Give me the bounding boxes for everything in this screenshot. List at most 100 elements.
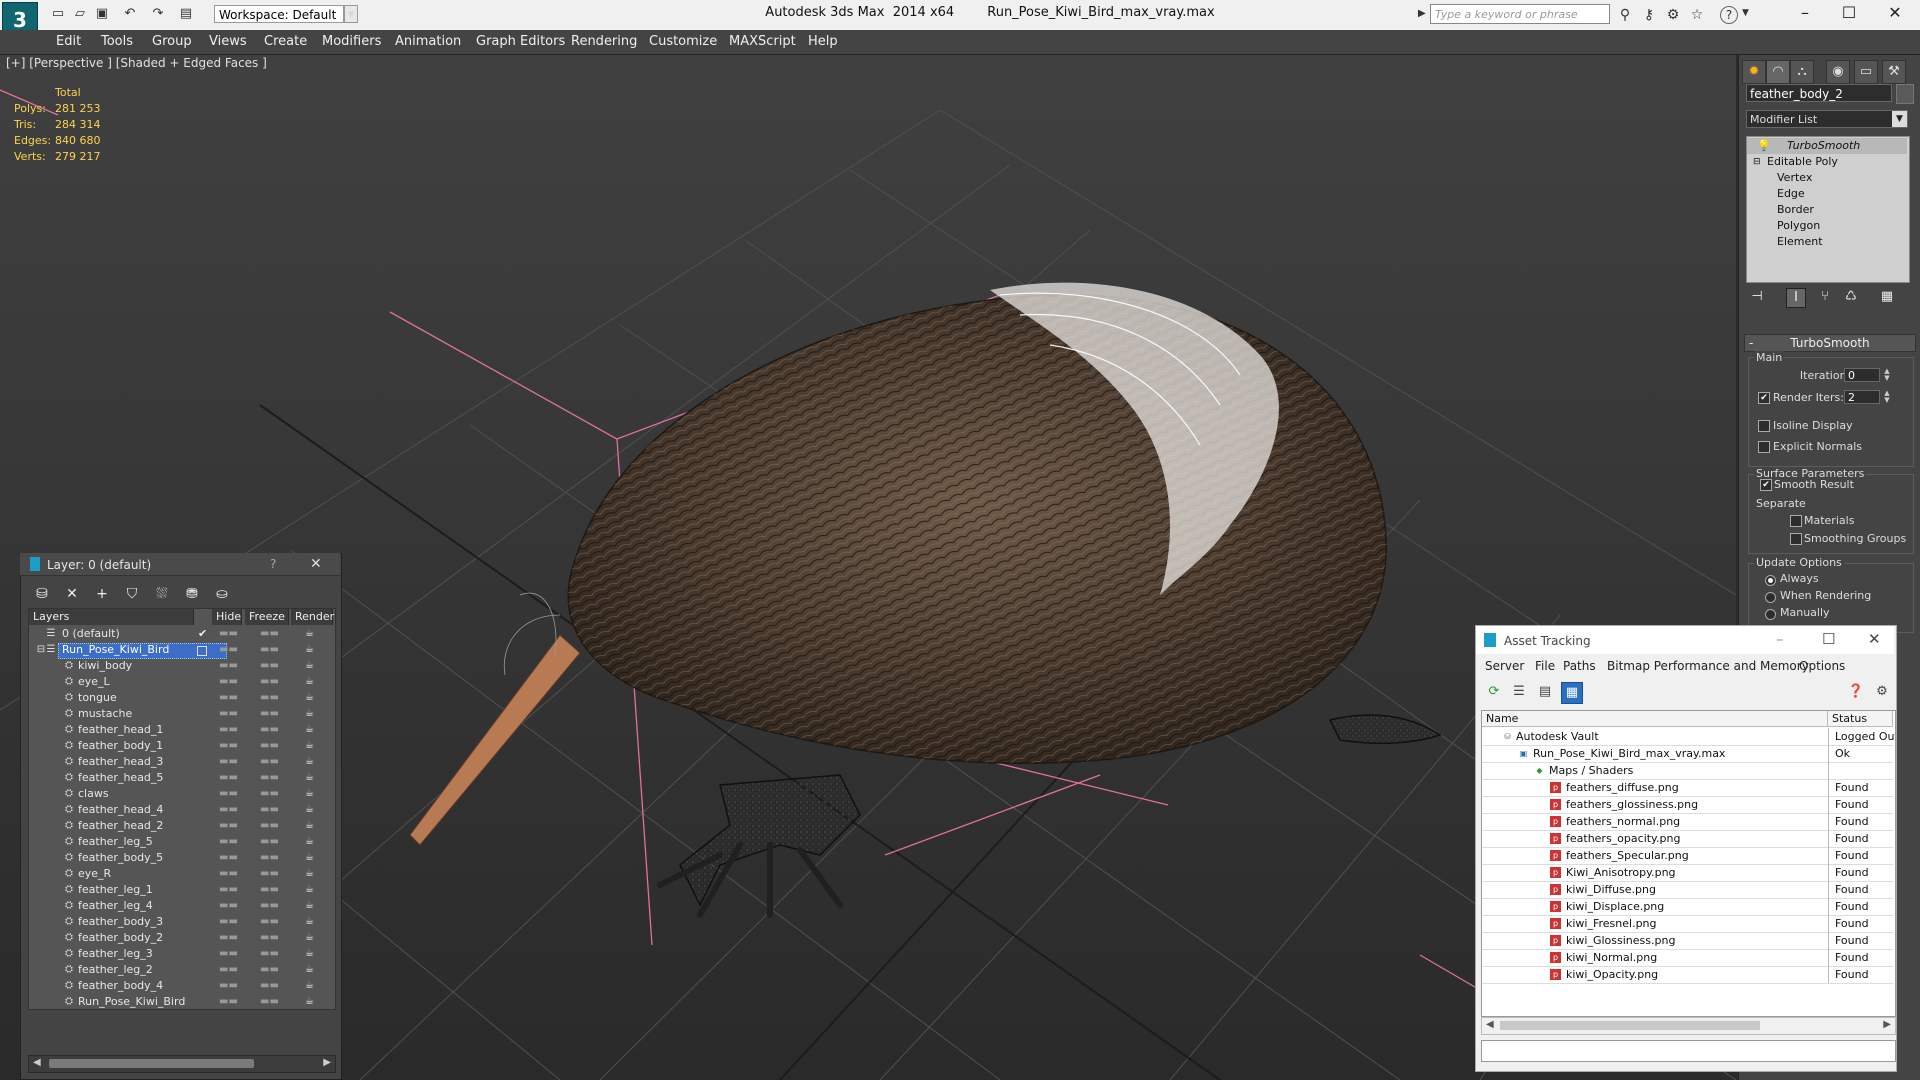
layer-row[interactable]: ⛭ feather_head_3 ▬▬ ▬▬ ☕	[29, 754, 333, 770]
name-column-header[interactable]: Name	[1482, 711, 1828, 727]
layer-horizontal-scrollbar[interactable]: ◀ ▶	[28, 1055, 336, 1073]
hide-toggle[interactable]: ▬▬	[219, 866, 238, 882]
render-toggle-icon[interactable]: ☕	[305, 850, 314, 866]
hide-toggle[interactable]: ▬▬	[219, 882, 238, 898]
asset-row[interactable]: p kiwi_Normal.png Found	[1482, 949, 1893, 967]
stack-subobject-vertex[interactable]: Vertex	[1747, 170, 1907, 186]
render-toggle-icon[interactable]: ☕	[305, 994, 314, 1010]
asset-row[interactable]: p feathers_Specular.png Found	[1482, 847, 1893, 865]
layer-row[interactable]: ⛭ tongue ▬▬ ▬▬ ☕	[29, 690, 333, 706]
scroll-left-icon[interactable]: ◀	[1486, 1019, 1494, 1030]
hide-toggle[interactable]: ▬▬	[219, 754, 238, 770]
spinner-arrows-icon[interactable]: ▲ ▼	[1882, 368, 1892, 382]
hide-toggle[interactable]: ▬▬	[219, 994, 238, 1010]
render-iters-checkbox[interactable]: ✔	[1758, 392, 1770, 404]
layer-name[interactable]: feather_head_4	[78, 802, 163, 818]
display-tab-icon[interactable]: ▭	[1854, 60, 1878, 84]
minimize-button[interactable]: –	[1782, 0, 1828, 28]
hide-toggle[interactable]: ▬▬	[219, 898, 238, 914]
layer-row[interactable]: ⛭ Run_Pose_Kiwi_Bird ▬▬ ▬▬ ☕	[29, 994, 333, 1010]
freeze-toggle[interactable]: ▬▬	[260, 802, 279, 818]
asset-menu-paths[interactable]: Paths	[1563, 659, 1596, 673]
maximize-button[interactable]: ☐	[1826, 0, 1872, 28]
hide-toggle[interactable]: ▬▬	[219, 802, 238, 818]
stack-subobject-element[interactable]: Element	[1747, 234, 1907, 250]
render-toggle-icon[interactable]: ☕	[305, 626, 314, 642]
modifier-list-select[interactable]: Modifier List	[1746, 110, 1908, 128]
hide-toggle[interactable]: ▬▬	[219, 658, 238, 674]
active-layer-box-icon[interactable]	[197, 646, 207, 656]
render-toggle-icon[interactable]: ☕	[305, 738, 314, 754]
smooth-result-checkbox[interactable]: ✔	[1760, 479, 1772, 491]
menu-animation[interactable]: Animation	[395, 34, 461, 49]
asset-row[interactable]: p kiwi_Fresnel.png Found	[1482, 915, 1893, 933]
always-radio[interactable]	[1765, 575, 1776, 586]
hide-unhide-all-icon[interactable]: ⛃	[182, 584, 202, 604]
freeze-toggle[interactable]: ▬▬	[260, 690, 279, 706]
stack-subobject-edge[interactable]: Edge	[1747, 186, 1907, 202]
hide-column-header[interactable]: Hide	[212, 609, 242, 625]
hide-toggle[interactable]: ▬▬	[219, 722, 238, 738]
scroll-left-icon[interactable]: ◀	[33, 1057, 41, 1068]
layer-row[interactable]: ⛭ feather_leg_4 ▬▬ ▬▬ ☕	[29, 898, 333, 914]
hide-toggle[interactable]: ▬▬	[219, 978, 238, 994]
asset-row[interactable]: ⛁ Autodesk Vault Logged Out	[1482, 728, 1895, 746]
show-end-result-icon[interactable]: Ⅰ	[1786, 288, 1806, 308]
layer-name[interactable]: feather_body_4	[78, 978, 163, 994]
hide-toggle[interactable]: ▬▬	[219, 850, 238, 866]
layer-name[interactable]: feather_body_1	[78, 738, 163, 754]
layer-name[interactable]: eye_L	[78, 674, 110, 690]
layer-name[interactable]: 0 (default)	[62, 626, 120, 642]
hide-toggle[interactable]: ▬▬	[219, 674, 238, 690]
redo-icon[interactable]: ↷	[150, 6, 166, 22]
layer-name[interactable]: feather_leg_3	[78, 946, 153, 962]
asset-minimize-button[interactable]: –	[1776, 630, 1784, 648]
select-objects-in-layer-icon[interactable]: ⛉	[122, 584, 142, 604]
stack-item-turbosmooth[interactable]: 💡 TurboSmooth	[1747, 138, 1907, 154]
asset-maximize-button[interactable]: ☐	[1822, 630, 1835, 648]
asset-row[interactable]: ◆ Maps / Shaders	[1482, 762, 1893, 780]
render-toggle-icon[interactable]: ☕	[305, 802, 314, 818]
refresh-icon[interactable]: ⟳	[1484, 682, 1504, 702]
menu-modifiers[interactable]: Modifiers	[322, 34, 381, 49]
utilities-tab-icon[interactable]: ⚒	[1882, 60, 1906, 84]
layer-name[interactable]: feather_head_3	[78, 754, 163, 770]
key-icon[interactable]: ⚷	[1640, 6, 1658, 24]
asset-menu-server[interactable]: Server	[1485, 659, 1524, 673]
stack-subobject-polygon[interactable]: Polygon	[1747, 218, 1907, 234]
layer-row[interactable]: ⛭ feather_body_4 ▬▬ ▬▬ ☕	[29, 978, 333, 994]
freeze-toggle[interactable]: ▬▬	[260, 658, 279, 674]
layer-name[interactable]: mustache	[78, 706, 132, 722]
render-toggle-icon[interactable]: ☕	[305, 786, 314, 802]
render-toggle-icon[interactable]: ☕	[305, 754, 314, 770]
layer-row[interactable]: ⛭ feather_leg_3 ▬▬ ▬▬ ☕	[29, 946, 333, 962]
layer-name[interactable]: feather_leg_4	[78, 898, 153, 914]
freeze-toggle[interactable]: ▬▬	[260, 898, 279, 914]
hide-toggle[interactable]: ▬▬	[219, 834, 238, 850]
asset-close-button[interactable]: ✕	[1868, 630, 1881, 648]
freeze-column-header[interactable]: Freeze	[245, 609, 289, 625]
render-column-header[interactable]: Render	[291, 609, 334, 625]
scrollbar-thumb[interactable]	[49, 1059, 254, 1068]
menu-edit[interactable]: Edit	[56, 34, 81, 49]
layer-name[interactable]: feather_leg_2	[78, 962, 153, 978]
hide-toggle[interactable]: ▬▬	[219, 962, 238, 978]
layer-row[interactable]: ☰ 0 (default) ✔ ▬▬ ▬▬ ☕	[29, 626, 333, 642]
render-iters-spinner[interactable]: 2	[1844, 390, 1880, 404]
render-toggle-icon[interactable]: ☕	[305, 642, 314, 658]
asset-row[interactable]: p feathers_diffuse.png Found	[1482, 779, 1893, 797]
menu-rendering[interactable]: Rendering	[571, 34, 637, 49]
layers-column-header[interactable]: Layers	[29, 609, 194, 625]
project-folder-icon[interactable]: ▤	[178, 6, 194, 22]
create-tab-icon[interactable]: ✹	[1742, 60, 1766, 84]
freeze-toggle[interactable]: ▬▬	[260, 770, 279, 786]
layer-row[interactable]: ⛭ feather_head_4 ▬▬ ▬▬ ☕	[29, 802, 333, 818]
freeze-unfreeze-all-icon[interactable]: ⛀	[212, 584, 232, 604]
freeze-toggle[interactable]: ▬▬	[260, 930, 279, 946]
collapse-minus-icon[interactable]: -	[1749, 335, 1753, 351]
layer-row[interactable]: ⛭ feather_body_5 ▬▬ ▬▬ ☕	[29, 850, 333, 866]
hide-toggle[interactable]: ▬▬	[219, 690, 238, 706]
render-toggle-icon[interactable]: ☕	[305, 946, 314, 962]
render-toggle-icon[interactable]: ☕	[305, 658, 314, 674]
freeze-toggle[interactable]: ▬▬	[260, 818, 279, 834]
